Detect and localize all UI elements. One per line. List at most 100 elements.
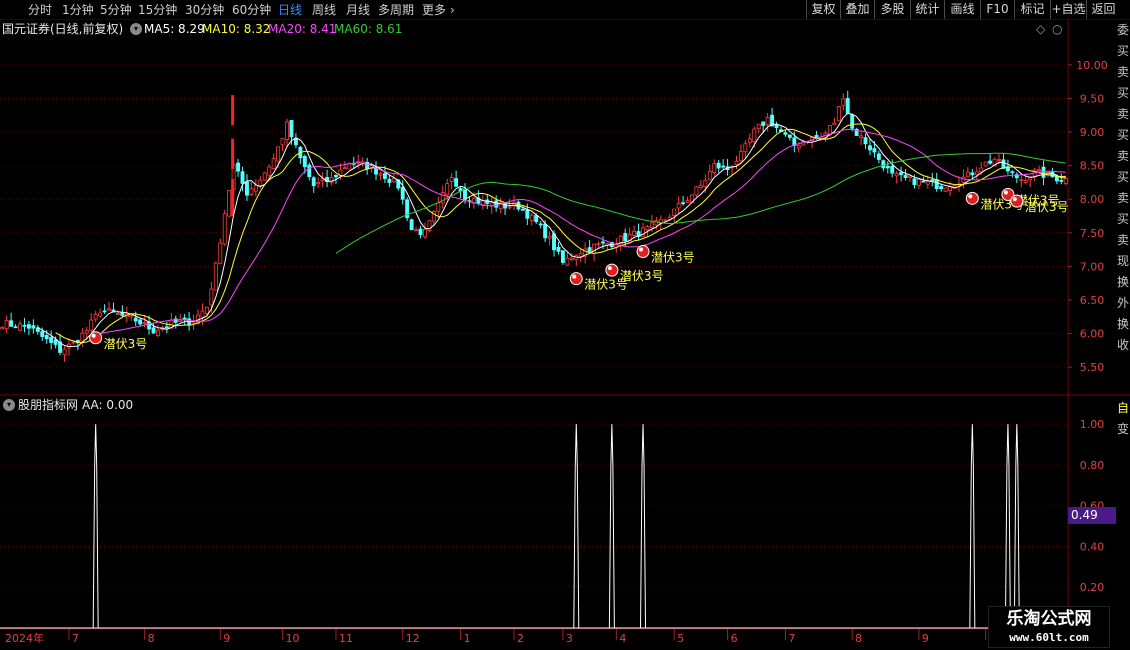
candle-body bbox=[245, 181, 249, 196]
candle-body bbox=[596, 243, 601, 246]
candle-body bbox=[151, 327, 156, 334]
candle-body bbox=[965, 171, 970, 178]
date-tick-label: 3 bbox=[566, 632, 573, 645]
strip-char bbox=[1116, 566, 1130, 587]
signal-ball-icon bbox=[965, 191, 979, 205]
candle-body bbox=[649, 222, 654, 228]
candle-body bbox=[832, 122, 837, 126]
candle-body bbox=[133, 317, 138, 322]
ma5-line bbox=[37, 112, 1066, 348]
strip-char bbox=[1116, 461, 1130, 482]
candle-body bbox=[418, 228, 423, 235]
date-tick-label: 5 bbox=[677, 632, 684, 645]
candle-body bbox=[1037, 169, 1042, 172]
candle-body bbox=[258, 179, 263, 187]
strip-char: 自 bbox=[1116, 401, 1129, 415]
candle-body bbox=[681, 202, 686, 205]
candle-body bbox=[970, 172, 975, 176]
strip-char bbox=[1116, 587, 1130, 608]
candle-body bbox=[525, 209, 530, 219]
candle-body bbox=[302, 156, 307, 168]
candle-body bbox=[347, 163, 352, 170]
candle-body bbox=[1023, 179, 1028, 183]
signal-ball-icon bbox=[636, 245, 650, 259]
candle-body bbox=[716, 162, 721, 169]
date-tick-label: 7 bbox=[72, 632, 79, 645]
candle-body bbox=[200, 310, 205, 318]
candle-body bbox=[102, 310, 107, 313]
candle-body bbox=[98, 312, 103, 317]
strip-char: 委 bbox=[1116, 23, 1129, 37]
strip-char: 现 bbox=[1116, 254, 1129, 268]
date-tick-label: 8 bbox=[855, 632, 862, 645]
price-tick-label: 6.00 bbox=[1080, 328, 1105, 341]
date-tick-label: 10 bbox=[286, 632, 300, 645]
date-tick-label: 9 bbox=[922, 632, 929, 645]
candle-body bbox=[71, 341, 76, 344]
candle-body bbox=[1059, 179, 1064, 182]
candle-body bbox=[204, 306, 209, 314]
candle-body bbox=[236, 162, 241, 172]
ma20-line bbox=[91, 128, 1066, 335]
indicator-tick-label: 0.80 bbox=[1080, 459, 1105, 472]
candle-body bbox=[872, 148, 877, 153]
strip-char: 买 bbox=[1116, 170, 1129, 184]
price-tick-label: 10.00 bbox=[1076, 59, 1108, 72]
candle-body bbox=[222, 213, 227, 245]
candle-body bbox=[645, 226, 650, 231]
chart-area[interactable]: 10.00 9.50 9.00 8.50 8.00 7.50 7.00 6.50 6.00 5.5… bbox=[0, 0, 1130, 650]
price-tick-label: 8.50 bbox=[1080, 160, 1105, 173]
candle-body bbox=[342, 167, 347, 170]
candle-body bbox=[578, 253, 583, 257]
indicator-spike bbox=[1013, 424, 1020, 629]
candle-body bbox=[280, 138, 285, 146]
candle-body bbox=[22, 324, 27, 327]
price-tick-label: 8.00 bbox=[1080, 193, 1105, 206]
indicator-tick-label: 0.40 bbox=[1080, 540, 1105, 553]
candle-body bbox=[747, 138, 752, 143]
candle-body bbox=[934, 179, 939, 190]
signal-label: 潜伏3号 bbox=[620, 269, 664, 283]
strip-char bbox=[1116, 545, 1130, 566]
candle-body bbox=[738, 151, 743, 162]
candle-body bbox=[18, 323, 22, 331]
candle-body bbox=[129, 315, 134, 317]
candle-body bbox=[262, 172, 267, 181]
candle-body bbox=[387, 179, 392, 183]
candle-body bbox=[449, 177, 454, 182]
candle-body bbox=[939, 186, 944, 190]
candle-body bbox=[672, 208, 677, 216]
signal-label: 潜伏3号 bbox=[1025, 200, 1069, 214]
candle-body bbox=[796, 145, 801, 149]
date-tick-label: 7 bbox=[788, 632, 795, 645]
candle-body bbox=[601, 241, 605, 244]
candle-body bbox=[436, 202, 441, 212]
candle-body bbox=[213, 262, 218, 291]
candle-body bbox=[721, 165, 726, 168]
date-tick-label: 9 bbox=[223, 632, 230, 645]
price-tick-label: 5.50 bbox=[1080, 361, 1105, 374]
candle-body bbox=[756, 123, 761, 130]
candle-body bbox=[107, 308, 111, 311]
candle-body bbox=[249, 188, 254, 196]
candle-body bbox=[538, 223, 543, 226]
strip-char: 外 bbox=[1116, 296, 1129, 310]
candle-body bbox=[454, 178, 459, 187]
signal-ball-icon bbox=[89, 331, 103, 345]
candle-body bbox=[227, 189, 232, 217]
indicator-series bbox=[0, 424, 1068, 629]
price-tick-label: 6.50 bbox=[1080, 294, 1105, 307]
strip-char bbox=[1116, 440, 1130, 461]
candle-body bbox=[445, 183, 450, 196]
candle-body bbox=[863, 137, 868, 145]
candle-body bbox=[676, 203, 681, 209]
strip-char bbox=[1116, 503, 1130, 524]
strip-char bbox=[1116, 524, 1130, 545]
date-tick-label: 12 bbox=[406, 632, 420, 645]
candle-body bbox=[182, 317, 187, 320]
strip-char: 卖 bbox=[1116, 149, 1129, 163]
candle-body bbox=[529, 214, 534, 221]
current-value-badge: 0.49 bbox=[1068, 507, 1116, 524]
candle-body bbox=[503, 202, 508, 209]
strip-char: 卖 bbox=[1116, 107, 1129, 121]
